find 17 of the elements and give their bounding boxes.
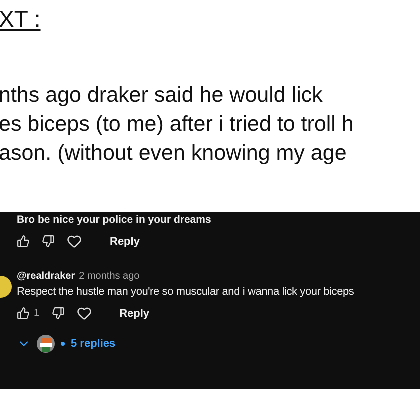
heart-icon[interactable] (67, 234, 82, 249)
heart-icon[interactable] (76, 306, 92, 321)
like-count: 1 (34, 308, 40, 319)
dot-icon (61, 342, 65, 346)
body-text-line: nths ago draker said he would lick (0, 82, 324, 109)
like-icon[interactable] (17, 235, 30, 248)
replies-button[interactable]: 5 replies (71, 338, 116, 350)
reply-button[interactable]: Reply (120, 308, 150, 320)
dislike-icon[interactable] (52, 307, 65, 320)
comment-text: Respect the hustle man you're so muscular and i wanna lick your biceps (17, 286, 356, 298)
body-text-line: ason. (without even knowing my age (0, 140, 348, 167)
comment-text: Bro be nice your police in your dreams (16, 213, 212, 226)
reply-button[interactable]: Reply (110, 236, 140, 248)
like-icon[interactable] (17, 307, 30, 320)
dislike-icon[interactable] (42, 235, 55, 248)
body-text-line: es biceps (to me) after i tried to troll h (0, 111, 355, 138)
comment-author[interactable]: @realdraker 2 months ago (17, 271, 420, 282)
